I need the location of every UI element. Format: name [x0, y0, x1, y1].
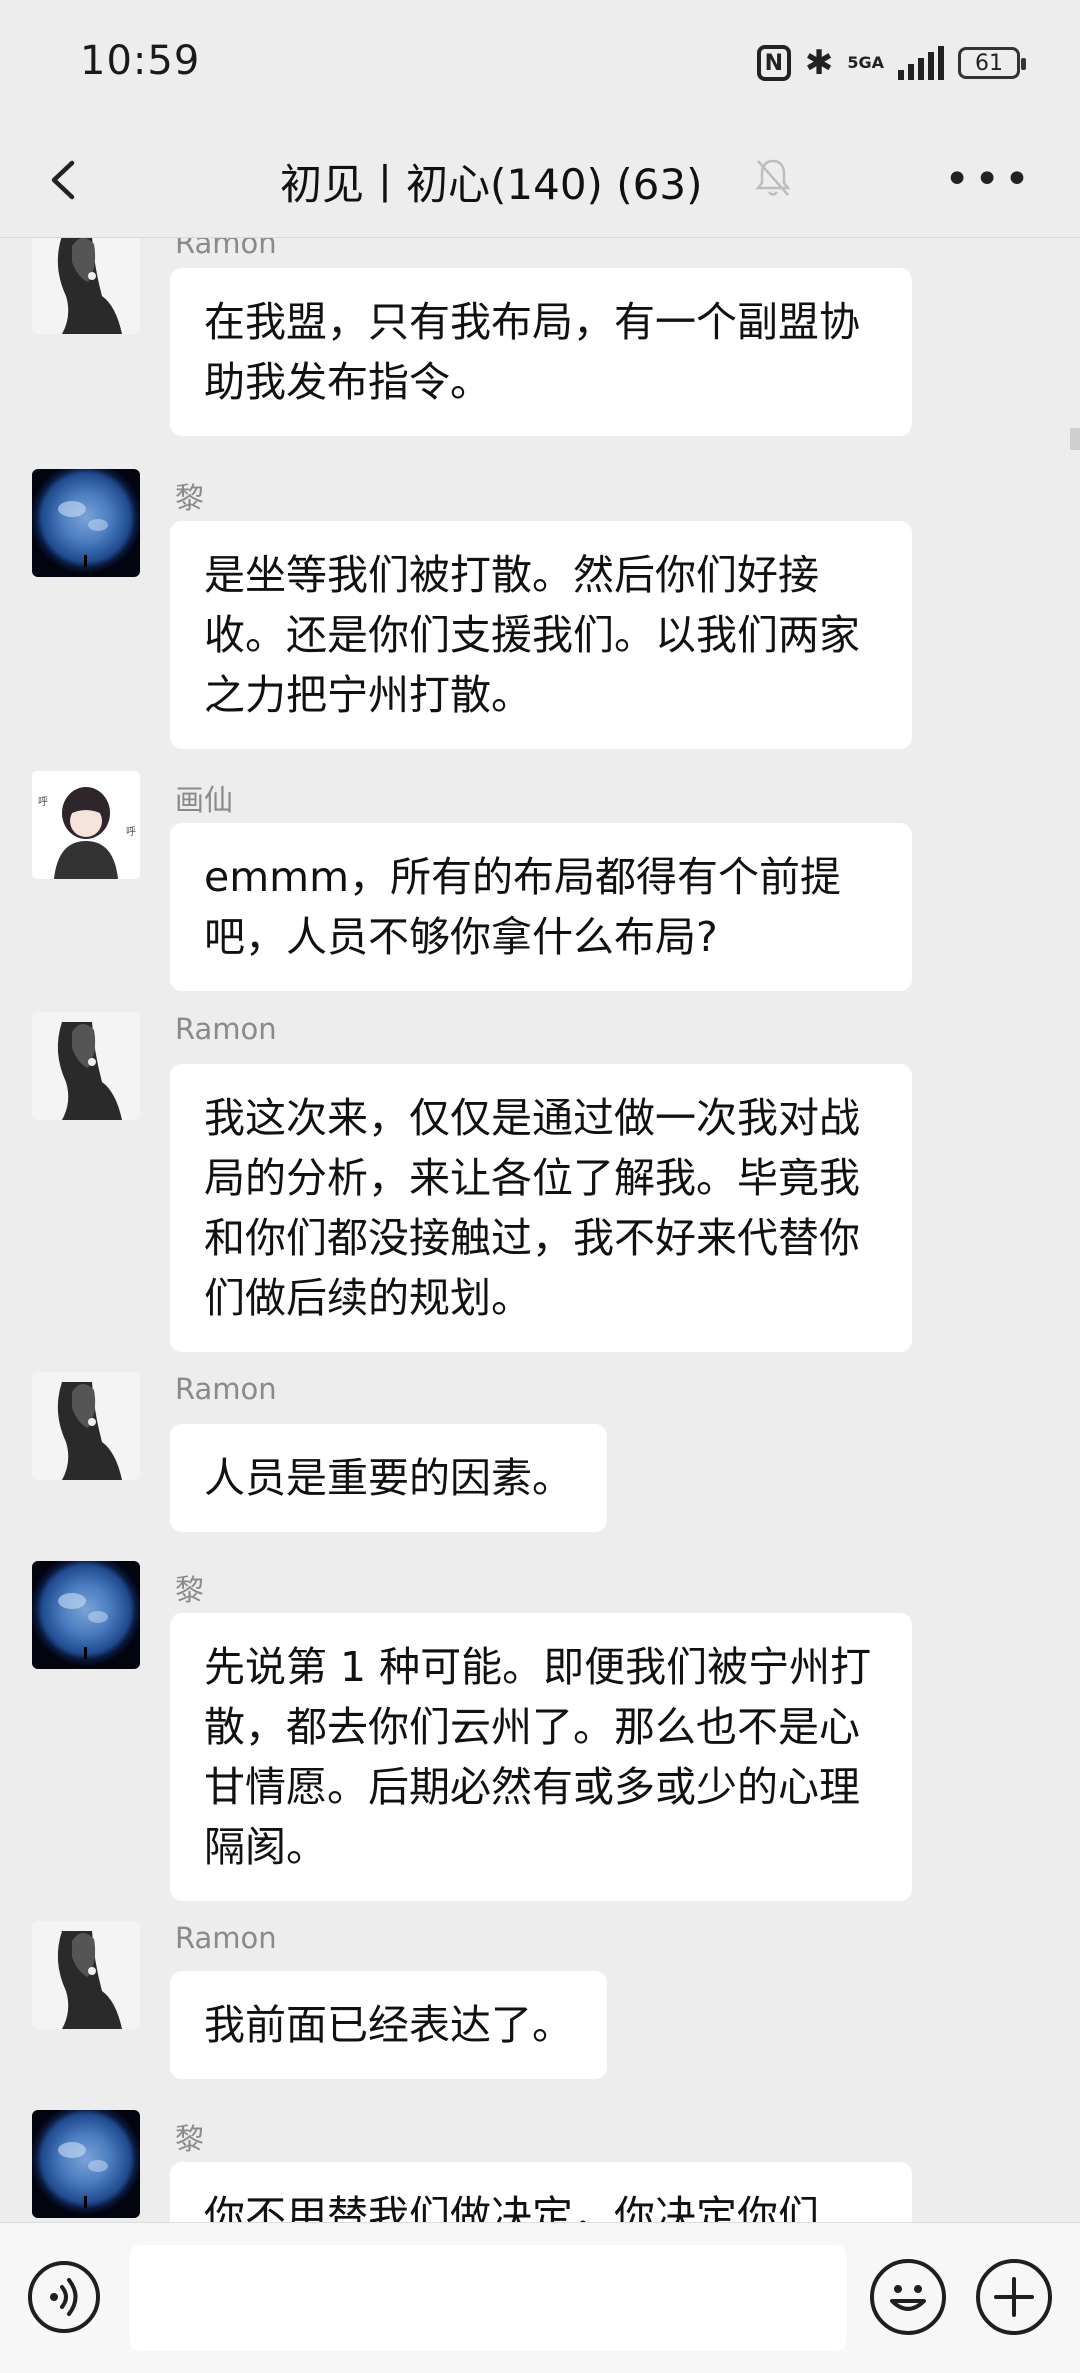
sender-name: Ramon [175, 1012, 277, 1046]
chat-message-list[interactable]: Ramon 在我盟，只有我布局，有一个副盟协助我发布指令。 黎 是坐等我们被打散… [0, 237, 1080, 2223]
sender-name: 黎 [175, 2122, 205, 2156]
sender-name: 黎 [175, 1573, 205, 1607]
earth-icon [58, 2142, 108, 2208]
nfc-icon: N [756, 45, 791, 81]
emoji-button[interactable] [870, 2259, 946, 2335]
clock: 10:59 [80, 38, 201, 84]
svg-text:呼: 呼 [126, 826, 136, 838]
status-bar: 10:59 N ✱ 5GA 61 [0, 0, 1080, 125]
plus-button[interactable] [976, 2259, 1052, 2335]
emoji-icon [890, 2285, 926, 2311]
message-bubble[interactable]: emmm，所有的布局都得有个前提吧，人员不够你拿什么布局? [170, 823, 912, 991]
avatar[interactable] [32, 2110, 140, 2218]
message-bubble[interactable]: 先说第 1 种可能。即便我们被宁州打散，都去你们云州了。那么也不是心甘情愿。后期… [170, 1613, 912, 1901]
chat-title: 初见丨初心(140) (63) [280, 160, 703, 209]
avatar[interactable] [32, 1921, 140, 2029]
message-bubble[interactable]: 是坐等我们被打散。然后你们好接收。还是你们支援我们。以我们两家之力把宁州打散。 [170, 521, 912, 749]
avatar[interactable] [32, 1561, 140, 1669]
girl-silhouette-icon [32, 238, 140, 334]
muted-bell-icon [755, 159, 791, 196]
more-icon[interactable]: ••• [944, 158, 1034, 202]
girl-silhouette-icon [32, 1012, 140, 1120]
avatar[interactable] [32, 469, 140, 577]
avatar[interactable] [32, 1012, 140, 1120]
voice-icon [50, 2278, 78, 2316]
bluetooth-icon: ✱ [804, 43, 834, 83]
status-icons: N ✱ 5GA 61 [756, 40, 1026, 86]
sender-name: 黎 [175, 481, 205, 515]
plus-icon [994, 2277, 1034, 2317]
message-bubble[interactable]: 你不用替我们做决定，你决定你们 [170, 2162, 912, 2223]
sender-name: Ramon [175, 237, 277, 260]
message-bubble[interactable]: 我这次来，仅仅是通过做一次我对战局的分析，来让各位了解我。毕竟我和你们都没接触过… [170, 1064, 912, 1352]
svg-text:呼: 呼 [38, 796, 48, 808]
chat-header: 初见丨初心(140) (63) ••• [0, 125, 1080, 237]
girl-silhouette-icon [32, 1921, 140, 2029]
sender-name: Ramon [175, 1921, 277, 1955]
message-bubble[interactable]: 在我盟，只有我布局，有一个副盟协助我发布指令。 [170, 268, 912, 436]
sender-name: 画仙 [175, 783, 234, 817]
scrollbar[interactable] [1070, 428, 1080, 450]
earth-icon [58, 501, 108, 567]
back-arrow-icon[interactable] [40, 155, 90, 205]
message-bubble[interactable]: 我前面已经表达了。 [170, 1971, 607, 2079]
sender-name: Ramon [175, 1372, 277, 1406]
avatar[interactable] [32, 1372, 140, 1480]
girl-silhouette-icon [32, 1372, 140, 1480]
earth-icon [58, 1593, 108, 1659]
battery-level: 61 [975, 50, 1003, 76]
message-input[interactable] [130, 2245, 846, 2351]
network-type: 5GA [847, 53, 884, 72]
input-bar [0, 2222, 1080, 2373]
anime-girl-icon: 呼 呼 [32, 771, 140, 879]
avatar[interactable]: 呼 呼 [32, 771, 140, 879]
battery-icon: 61 [958, 47, 1026, 79]
avatar[interactable] [32, 238, 140, 334]
message-bubble[interactable]: 人员是重要的因素。 [170, 1424, 607, 1532]
voice-button[interactable] [28, 2261, 100, 2333]
signal-icon [898, 46, 944, 80]
